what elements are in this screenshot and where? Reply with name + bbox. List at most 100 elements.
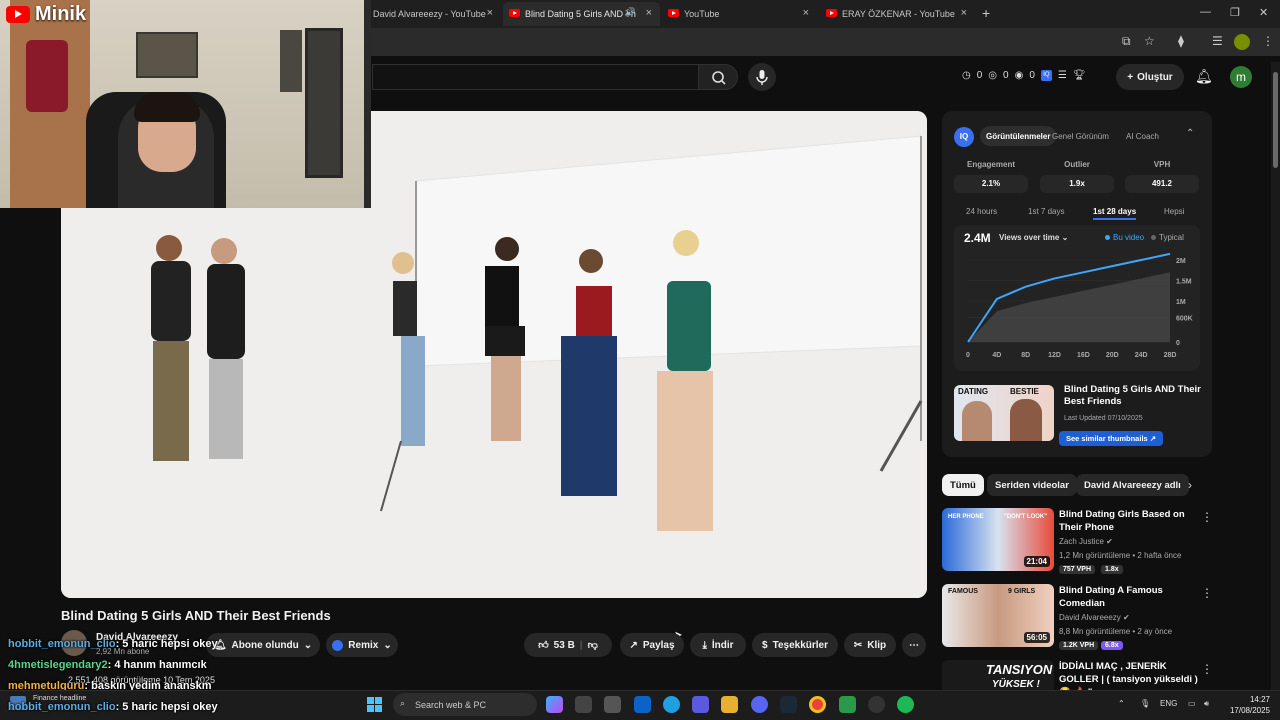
language-indicator[interactable]: ENG — [1160, 699, 1177, 708]
related-thumbnail[interactable]: DATING BESTIE — [954, 385, 1054, 441]
thanks-button[interactable]: $ Teşekkürler — [752, 633, 838, 657]
like-dislike-group: 👍︎ 53 B | 👎︎ — [524, 633, 612, 657]
rec-thumbnail[interactable]: HER PHONE "DON'T LOOK" 21:04 — [942, 508, 1054, 571]
more-actions-button[interactable]: ⋯ — [902, 633, 926, 657]
period-7d[interactable]: 1st 7 days — [1028, 207, 1064, 216]
dislike-icon[interactable]: 👎︎ — [588, 639, 598, 651]
period-28d[interactable]: 1st 28 days — [1093, 207, 1137, 220]
subscribe-button[interactable]: 🔔︎ Abone olundu ⌄ — [206, 633, 320, 657]
rec-meta: 1,2 Mn görüntüleme • 2 hafta önce — [1059, 551, 1182, 560]
rec-title[interactable]: Blind Dating Girls Based on Their Phone — [1059, 508, 1199, 534]
file-explorer-icon[interactable] — [721, 696, 738, 713]
rec-channel[interactable]: David Alvareeezy ✔ — [1059, 613, 1130, 622]
tab-overview[interactable]: Genel Görünüm — [1046, 126, 1115, 146]
browser-profile-avatar[interactable] — [1234, 34, 1250, 50]
volume-icon[interactable]: 🔊︎ — [1204, 699, 1209, 709]
install-app-icon[interactable]: ⧉ — [1122, 34, 1131, 49]
spotify-icon[interactable] — [897, 696, 914, 713]
discord-icon[interactable] — [751, 696, 768, 713]
similar-thumbnails-button[interactable]: See similar thumbnails ↗ — [1059, 431, 1164, 446]
related-title[interactable]: Blind Dating 5 Girls AND Their Best Frie… — [1064, 384, 1204, 408]
maximize-icon[interactable]: ❐ — [1230, 6, 1240, 19]
rec-thumbnail[interactable]: FAMOUS 9 GIRLS 56:05 — [942, 584, 1054, 647]
metric-dropdown[interactable]: Views over time ⌄ — [999, 233, 1068, 242]
app-icon[interactable] — [868, 696, 885, 713]
stat-value: 0 — [1029, 70, 1035, 81]
chip-channel[interactable]: David Alvareeezy adlı — [1076, 474, 1189, 496]
copilot-icon[interactable] — [546, 696, 563, 713]
chevron-right-icon[interactable]: › — [1188, 478, 1192, 492]
eye-stat-icon: ◎ — [988, 70, 998, 81]
more-vertical-icon[interactable]: ⋮ — [1201, 510, 1213, 524]
tray-expand-icon[interactable]: ⌃ — [1118, 699, 1125, 708]
thumb-text: HER PHONE — [948, 514, 984, 520]
extensions-icon[interactable]: ⧫ — [1178, 34, 1184, 48]
rec-ratio-badge: 1.8x — [1101, 565, 1123, 574]
close-tab-icon[interactable]: × — [646, 7, 652, 19]
close-tab-icon[interactable]: × — [961, 7, 967, 19]
tab-eray-ozkenar[interactable]: ERAY ÖZKENAR - YouTube × — [820, 2, 975, 26]
store-icon[interactable] — [604, 696, 621, 713]
chevron-down-icon: ⌄ — [1061, 233, 1069, 242]
bookmark-star-icon[interactable]: ☆ — [1144, 34, 1155, 48]
period-24h[interactable]: 24 hours — [966, 207, 997, 216]
more-vertical-icon[interactable]: ⋮ — [1201, 586, 1213, 600]
browser-menu-icon[interactable]: ⋮ — [1262, 34, 1274, 48]
search-button[interactable] — [698, 64, 738, 90]
thanks-icon: $ — [762, 639, 768, 651]
rec-thumbnail[interactable]: TANSIYON YÜKSEK ! — [942, 660, 1054, 690]
create-button[interactable]: + Oluştur — [1116, 64, 1184, 90]
speaker-icon[interactable]: 🔊 — [625, 7, 636, 18]
edge-icon[interactable] — [663, 696, 680, 713]
iq-extension-icon[interactable]: IQ — [1040, 70, 1052, 81]
search-input[interactable] — [372, 64, 698, 90]
thumb-text: 9 GIRLS — [1008, 588, 1036, 595]
new-tab-button[interactable]: + — [982, 5, 990, 21]
notifications-bell-icon[interactable]: 🔔︎ — [1195, 68, 1213, 85]
chip-series[interactable]: Seriden videolar — [987, 474, 1077, 496]
taskbar-clock[interactable]: 14:27 17/08/2025 — [1228, 694, 1270, 716]
list-icon[interactable]: ☰ — [1058, 70, 1067, 81]
like-count[interactable]: 53 B — [554, 640, 575, 651]
iq-logo-icon: IQ — [954, 127, 974, 147]
mic-tray-icon[interactable]: 🎙︎ — [1140, 699, 1150, 708]
header-extension-stats: ◷ 0 ◎ 0 ◉ 0 IQ ☰ 🏆︎ — [962, 70, 1086, 81]
tab-blind-dating[interactable]: Blind Dating 5 Girls AND Th 🔊 × — [503, 2, 660, 26]
taskbar-search[interactable]: ⌕ Search web & PC — [393, 693, 537, 716]
webcam-overlay: Minik — [0, 0, 371, 208]
close-tab-icon[interactable]: × — [803, 7, 809, 19]
account-avatar[interactable]: m — [1230, 66, 1252, 88]
start-button[interactable] — [367, 697, 383, 713]
chip-all[interactable]: Tümü — [942, 474, 984, 496]
steam-icon[interactable] — [780, 696, 797, 713]
app-icon[interactable] — [839, 696, 856, 713]
task-view-icon[interactable] — [575, 696, 592, 713]
outlook-icon[interactable] — [634, 696, 651, 713]
tab-david-alvareeezy[interactable]: David Alvareeezy - YouTube × — [351, 2, 501, 26]
chevron-down-icon: ⌄ — [303, 639, 313, 651]
download-button[interactable]: ⤓ İndir — [690, 633, 746, 657]
voice-search-button[interactable] — [748, 63, 776, 91]
minimize-icon[interactable]: — — [1200, 6, 1211, 18]
network-icon[interactable]: ▭ — [1188, 699, 1196, 708]
chrome-icon[interactable] — [809, 696, 826, 713]
remix-button[interactable]: Remix ⌄ — [326, 633, 398, 657]
period-all[interactable]: Hepsi — [1164, 207, 1184, 216]
like-icon[interactable]: 👍︎ — [538, 639, 548, 651]
more-vertical-icon[interactable]: ⋮ — [1201, 662, 1213, 676]
scrollbar-thumb[interactable] — [1273, 72, 1278, 168]
close-window-icon[interactable]: ✕ — [1259, 6, 1268, 19]
thumb-text: "DON'T LOOK" — [1004, 514, 1048, 520]
collapse-chevron-icon[interactable]: ⌃ — [1186, 128, 1194, 139]
close-tab-icon[interactable]: × — [487, 7, 493, 19]
rec-channel[interactable]: Zach Justice ✔ — [1059, 537, 1113, 546]
teams-icon[interactable] — [692, 696, 709, 713]
share-button[interactable]: ↗ Paylaş — [620, 633, 684, 657]
reading-list-icon[interactable]: ☰ — [1212, 34, 1223, 48]
tab-youtube[interactable]: YouTube × — [662, 2, 817, 26]
tab-views[interactable]: Görüntülenmeler — [980, 126, 1057, 146]
tab-ai-coach[interactable]: AI Coach — [1120, 126, 1165, 146]
clip-button[interactable]: ✂ Klip — [844, 633, 896, 657]
trophy-icon[interactable]: 🏆︎ — [1073, 70, 1086, 81]
rec-title[interactable]: Blind Dating A Famous Comedian — [1059, 584, 1199, 610]
